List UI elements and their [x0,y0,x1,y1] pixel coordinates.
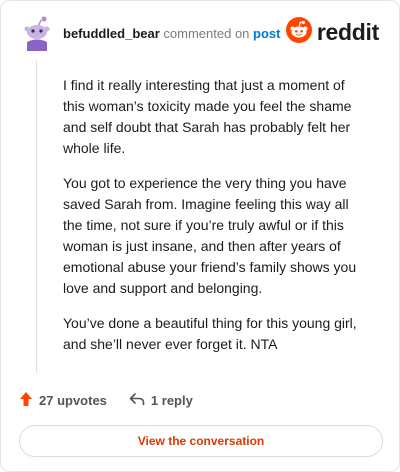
upvote-button[interactable]: 27 upvotes [19,391,107,410]
commented-on-text: commented on [163,26,250,41]
comment-body: I find it really interesting that just a… [63,75,363,369]
reply-arrow-icon [129,392,151,409]
comment-header: befuddled_bear commented on post reddit [19,15,381,55]
comment-paragraph: I find it really interesting that just a… [63,77,352,156]
comment-actions: 27 upvotes 1 reply [19,390,215,410]
upvote-arrow-icon [19,391,39,410]
thread-line [36,61,37,373]
reddit-wordmark: reddit [316,18,379,45]
reply-button[interactable]: 1 reply [129,392,193,409]
reply-count: 1 reply [150,392,193,408]
upvote-count: 27 upvotes [39,392,107,408]
post-link[interactable]: post [253,26,280,41]
snoo-avatar-icon[interactable] [21,15,53,53]
view-conversation-button[interactable]: View the conversation [19,425,383,457]
reddit-snoo-icon [285,16,312,48]
comment-meta: befuddled_bear commented on post [63,26,281,41]
reddit-brand[interactable]: reddit [285,16,379,48]
comment-paragraph: You got to experience the very thing you… [63,175,357,296]
comment-paragraph: You’ve done a beautiful thing for this y… [63,315,357,352]
username-link[interactable]: befuddled_bear [63,26,160,41]
comment-embed-card: befuddled_bear commented on post reddit … [0,0,400,472]
